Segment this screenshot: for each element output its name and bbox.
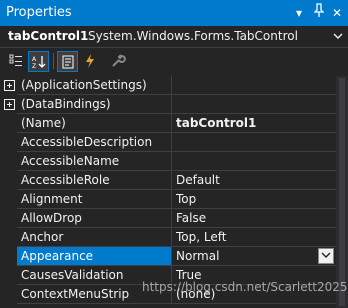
row-gutter xyxy=(0,228,17,247)
property-name: AccessibleDescription xyxy=(17,133,172,152)
object-selector[interactable]: tabControl1 System.Windows.Forms.TabCont… xyxy=(0,26,348,48)
property-pages-button[interactable] xyxy=(108,51,129,72)
svg-text:A: A xyxy=(32,56,37,63)
toolbar-separator xyxy=(53,53,54,69)
properties-toolbar: A Z xyxy=(0,48,348,74)
row-gutter xyxy=(0,76,17,95)
property-row[interactable]: Alignment Top xyxy=(0,190,336,209)
property-grid: (ApplicationSettings) (DataBindings) (Na… xyxy=(0,76,336,308)
property-name: Anchor xyxy=(17,228,172,247)
vertical-scrollbar[interactable] xyxy=(336,76,348,308)
row-gutter xyxy=(0,209,17,228)
categorized-button[interactable] xyxy=(6,51,27,72)
property-name: AccessibleRole xyxy=(17,171,172,190)
property-value[interactable] xyxy=(172,152,336,171)
wrench-icon xyxy=(112,54,126,67)
row-gutter xyxy=(0,190,17,209)
row-gutter xyxy=(0,266,17,285)
property-row[interactable]: AllowDrop False xyxy=(0,209,336,228)
alphabetical-button[interactable]: A Z xyxy=(28,51,49,72)
object-name: tabControl1 xyxy=(8,29,89,43)
value-dropdown-button[interactable] xyxy=(318,248,334,264)
property-name: AccessibleName xyxy=(17,152,172,171)
property-row[interactable]: (ApplicationSettings) xyxy=(0,76,336,95)
property-value[interactable]: tabControl1 xyxy=(172,114,336,133)
property-name: AllowDrop xyxy=(17,209,172,228)
events-button[interactable] xyxy=(80,51,101,72)
property-value[interactable] xyxy=(172,76,336,95)
chevron-down-icon xyxy=(321,252,331,258)
property-row[interactable]: Anchor Top, Left xyxy=(0,228,336,247)
sort-alphabetical-icon: A Z xyxy=(32,56,46,70)
row-gutter xyxy=(0,95,17,114)
lightning-icon xyxy=(86,54,94,68)
row-gutter xyxy=(0,114,17,133)
svg-text:Z: Z xyxy=(32,63,36,70)
property-name: (Name) xyxy=(17,114,172,133)
property-row[interactable]: AccessibleRole Default xyxy=(0,171,336,190)
property-name: Appearance xyxy=(17,247,172,266)
property-row[interactable]: (Name) tabControl1 xyxy=(0,114,336,133)
row-gutter xyxy=(0,285,17,304)
property-value[interactable]: Default xyxy=(172,171,336,190)
property-row[interactable]: AccessibleName xyxy=(0,152,336,171)
row-gutter xyxy=(0,171,17,190)
properties-title-bar: Properties ▾ ✕ xyxy=(0,0,348,26)
property-row[interactable]: AccessibleDescription xyxy=(0,133,336,152)
property-row-selected[interactable]: Appearance Normal xyxy=(0,247,336,266)
property-value[interactable]: Normal xyxy=(172,247,336,266)
properties-view-button[interactable] xyxy=(57,51,78,72)
property-name: Alignment xyxy=(17,190,172,209)
property-name: (ApplicationSettings) xyxy=(17,76,172,95)
property-value[interactable]: Top, Left xyxy=(172,228,336,247)
property-value[interactable]: False xyxy=(172,209,336,228)
pin-icon xyxy=(313,3,325,17)
row-gutter xyxy=(0,133,17,152)
scrollbar-thumb[interactable] xyxy=(339,78,345,306)
window-title: Properties xyxy=(6,5,72,20)
property-row[interactable]: (DataBindings) xyxy=(0,95,336,114)
properties-page-icon xyxy=(62,55,74,69)
row-gutter xyxy=(0,247,17,266)
expand-icon[interactable] xyxy=(4,99,15,110)
pin-button[interactable] xyxy=(310,3,328,23)
watermark: https://blog.csdn.net/Scarlett2025 xyxy=(142,280,348,294)
property-value[interactable]: Top xyxy=(172,190,336,209)
property-name: (DataBindings) xyxy=(17,95,172,114)
chevron-down-icon[interactable] xyxy=(332,30,344,42)
property-value[interactable] xyxy=(172,95,336,114)
property-value[interactable] xyxy=(172,133,336,152)
expand-icon[interactable] xyxy=(4,80,15,91)
window-dropdown-button[interactable]: ▾ xyxy=(290,3,308,23)
object-type: System.Windows.Forms.TabControl xyxy=(88,29,298,43)
close-button[interactable]: ✕ xyxy=(328,3,346,23)
row-gutter xyxy=(0,152,17,171)
categorized-icon xyxy=(9,54,22,66)
